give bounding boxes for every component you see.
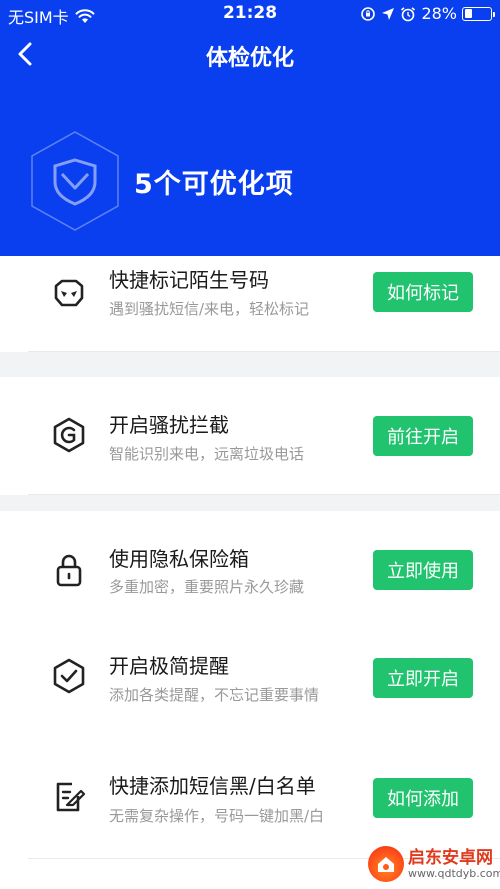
item-title: 开启骚扰拦截 [109,413,229,437]
battery-icon [462,6,495,21]
how-to-add-button[interactable]: 如何添加 [373,778,473,818]
status-right: 28% [360,4,495,23]
header: 无SIM卡 21:28 28% 体检优化 5个可优化项 [0,0,500,256]
divider [28,351,500,352]
item-subtitle: 添加各类提醒，不忘记重要事情 [109,686,320,704]
item-subtitle: 无需复杂操作，号码一键加黑/白 [109,807,325,825]
optimizable-count-title: 5个可优化项 [134,169,294,200]
watermark-logo-icon [368,846,404,882]
card-block-calls: 开启骚扰拦截 智能识别来电，远离垃圾电话 前往开启 [0,377,500,495]
how-to-mark-button[interactable]: 如何标记 [373,272,473,312]
note-edit-icon [56,782,86,812]
rotation-lock-icon [361,6,376,21]
location-icon [382,7,395,20]
use-now-button[interactable]: 立即使用 [373,550,473,590]
check-shield-icon [53,658,85,694]
watermark: 启东安卓网 www.qdtdyb.com [368,846,500,882]
item-subtitle: 智能识别来电，远离垃圾电话 [109,445,305,463]
list-item: 使用隐私保险箱 多重加密，重要照片永久珍藏 立即使用 [0,536,500,616]
item-title: 快捷添加短信黑/白名单 [109,774,316,798]
item-subtitle: 遇到骚扰短信/来电，轻松标记 [109,300,310,318]
shield-block-icon [53,417,85,453]
list-item: 快捷添加短信黑/白名单 无需复杂操作，号码一键加黑/白 如何添加 [0,764,500,844]
item-title: 使用隐私保险箱 [109,547,249,571]
watermark-title: 启东安卓网 [408,847,493,868]
battery-percent: 28% [421,4,457,23]
page-title: 体检优化 [205,46,294,71]
divider [28,494,500,495]
lock-icon [56,554,82,587]
item-title: 快捷标记陌生号码 [109,268,269,292]
list-item: 开启骚扰拦截 智能识别来电，远离垃圾电话 前往开启 [0,397,500,477]
watermark-url: www.qdtdyb.com [408,866,500,880]
list-item: 快捷标记陌生号码 遇到骚扰短信/来电，轻松标记 如何标记 [0,256,500,336]
battery-fill [464,9,472,18]
shield-hexagon-icon [31,131,119,231]
watermark-text: 启东安卓网 www.qdtdyb.com [408,849,500,880]
alarm-icon [401,6,416,21]
enable-now-button[interactable]: 立即开启 [373,658,473,698]
card-more-options: 使用隐私保险箱 多重加密，重要照片永久珍藏 立即使用 开启极简提醒 添加各类提醒… [0,511,500,889]
go-enable-button[interactable]: 前往开启 [373,416,473,456]
item-title: 开启极简提醒 [109,654,229,678]
list-item: 开启极简提醒 添加各类提醒，不忘记重要事情 立即开启 [0,644,500,724]
house-icon [378,857,394,872]
status-bar: 无SIM卡 21:28 28% [0,0,500,28]
mask-icon [54,279,84,307]
item-subtitle: 多重加密，重要照片永久珍藏 [109,578,305,596]
card-mark-number: 快捷标记陌生号码 遇到骚扰短信/来电，轻松标记 如何标记 [0,256,500,352]
